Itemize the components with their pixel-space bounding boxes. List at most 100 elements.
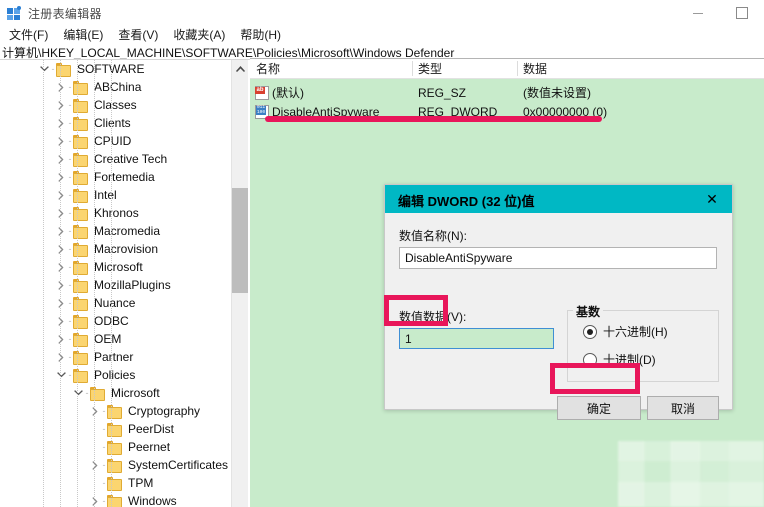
chevron-down-icon[interactable] [55,366,67,384]
tree-item-microsoft[interactable]: ‐Microsoft [0,258,231,276]
menu-favorites[interactable]: 收藏夹(A) [167,26,231,43]
menu-edit[interactable]: 编辑(E) [57,26,109,43]
tree-guide-line [111,60,112,507]
chevron-right-icon[interactable] [55,294,67,312]
tree-item-cryptography[interactable]: ‐Cryptography [0,402,231,420]
folder-icon [107,495,121,507]
minimize-button[interactable] [676,0,720,26]
tree-item-label: Clients [91,115,134,131]
menu-help[interactable]: 帮助(H) [234,26,287,43]
window-controls [676,0,764,26]
folder-icon [73,81,87,93]
tree-item-software[interactable]: ‐SOFTWARE [0,60,231,78]
chevron-right-icon[interactable] [89,402,101,420]
tree-item-label: Nuance [91,295,138,311]
tree-item-tpm[interactable]: ‐TPM [0,474,231,492]
folder-icon [73,243,87,255]
chevron-right-icon[interactable] [55,186,67,204]
tree-item-khronos[interactable]: ‐Khronos [0,204,231,222]
registry-tree-pane[interactable]: ‐SOFTWARE‐ABChina‐Classes‐Clients‐CPUID‐… [0,60,232,507]
chevron-down-icon[interactable] [38,60,50,78]
tree-scrollbar-thumb[interactable] [232,188,248,293]
tree-item-peerdist[interactable]: ‐PeerDist [0,420,231,438]
tree-item-policies[interactable]: ‐Policies [0,366,231,384]
close-icon[interactable]: ✕ [692,185,732,213]
dialog-title: 编辑 DWORD (32 位)值 [398,191,535,210]
chevron-down-icon[interactable] [72,384,84,402]
tree-item-macromedia[interactable]: ‐Macromedia [0,222,231,240]
value-data-input[interactable]: 1 [399,328,554,349]
tree-item-label: Peernet [125,439,173,455]
tree-item-clients[interactable]: ‐Clients [0,114,231,132]
chevron-right-icon[interactable] [55,114,67,132]
chevron-right-icon[interactable] [55,240,67,258]
cancel-button[interactable]: 取消 [647,396,719,420]
title-bar-left: 注册表编辑器 [7,5,102,22]
tree-item-abchina[interactable]: ‐ABChina [0,78,231,96]
value-data-input-text: 1 [405,332,412,346]
tree-item-oem[interactable]: ‐OEM [0,330,231,348]
tree-item-partner[interactable]: ‐Partner [0,348,231,366]
tree-guide-line [60,60,61,507]
chevron-right-icon[interactable] [89,456,101,474]
tree-item-label: Policies [91,367,138,383]
tree-item-cpuid[interactable]: ‐CPUID [0,132,231,150]
chevron-right-icon[interactable] [55,96,67,114]
tree-item-label: TPM [125,475,156,491]
folder-icon [90,387,104,399]
tree-item-intel[interactable]: ‐Intel [0,186,231,204]
chevron-right-icon[interactable] [55,348,67,366]
column-header-data[interactable]: 数据 [517,59,764,78]
radio-dot-icon [583,353,597,367]
chevron-right-icon[interactable] [55,222,67,240]
tree-item-nuance[interactable]: ‐Nuance [0,294,231,312]
folder-icon [73,207,87,219]
chevron-right-icon[interactable] [89,492,101,507]
column-header-type[interactable]: 类型 [412,59,517,78]
chevron-right-icon[interactable] [55,258,67,276]
chevron-right-icon[interactable] [55,150,67,168]
tree-item-label: ABChina [91,79,144,95]
tree-item-classes[interactable]: ‐Classes [0,96,231,114]
chevron-right-icon[interactable] [55,78,67,96]
folder-icon [107,423,121,435]
tree-item-label: MozillaPlugins [91,277,174,293]
ok-button[interactable]: 确定 [557,396,641,420]
folder-icon [73,189,87,201]
chevron-right-icon[interactable] [55,168,67,186]
maximize-button[interactable] [720,0,764,26]
tree-item-microsoft[interactable]: ‐Microsoft [0,384,231,402]
tree-guide-line [43,60,44,507]
tree-spacer [89,420,101,438]
radio-decimal[interactable]: 十进制(D) [583,351,656,368]
tree-item-mozillaplugins[interactable]: ‐MozillaPlugins [0,276,231,294]
scroll-up-icon[interactable] [232,60,248,77]
chevron-right-icon[interactable] [55,276,67,294]
chevron-right-icon[interactable] [55,204,67,222]
tree-scrollbar[interactable] [231,60,248,507]
tree-item-label: SystemCertificates [125,457,231,473]
tree-item-odbc[interactable]: ‐ODBC [0,312,231,330]
chevron-right-icon[interactable] [55,330,67,348]
tree-item-creative-tech[interactable]: ‐Creative Tech [0,150,231,168]
value-name-input[interactable]: DisableAntiSpyware [399,247,717,269]
menu-view[interactable]: 查看(V) [112,26,164,43]
address-bar[interactable]: 计算机\HKEY_LOCAL_MACHINE\SOFTWARE\Policies… [0,44,764,59]
value-name-cell: ab (默认) [255,83,415,102]
folder-icon [56,63,70,75]
table-row[interactable]: ab (默认) REG_SZ (数值未设置) [250,83,764,102]
column-header-name[interactable]: 名称 [250,59,412,78]
tree-item-windows[interactable]: ‐Windows [0,492,231,507]
tree-item-fortemedia[interactable]: ‐Fortemedia [0,168,231,186]
base-group-label: 基数 [573,303,603,320]
radio-hexadecimal[interactable]: 十六进制(H) [583,323,668,340]
value-name-label: 数值名称(N): [399,227,467,244]
tree-item-macrovision[interactable]: ‐Macrovision [0,240,231,258]
tree-item-systemcertificates[interactable]: ‐SystemCertificates [0,456,231,474]
menu-file[interactable]: 文件(F) [3,26,54,43]
tree-item-peernet[interactable]: ‐Peernet [0,438,231,456]
chevron-right-icon[interactable] [55,312,67,330]
value-name-text: (默认) [272,84,304,101]
chevron-right-icon[interactable] [55,132,67,150]
title-bar: 注册表编辑器 [0,0,764,26]
